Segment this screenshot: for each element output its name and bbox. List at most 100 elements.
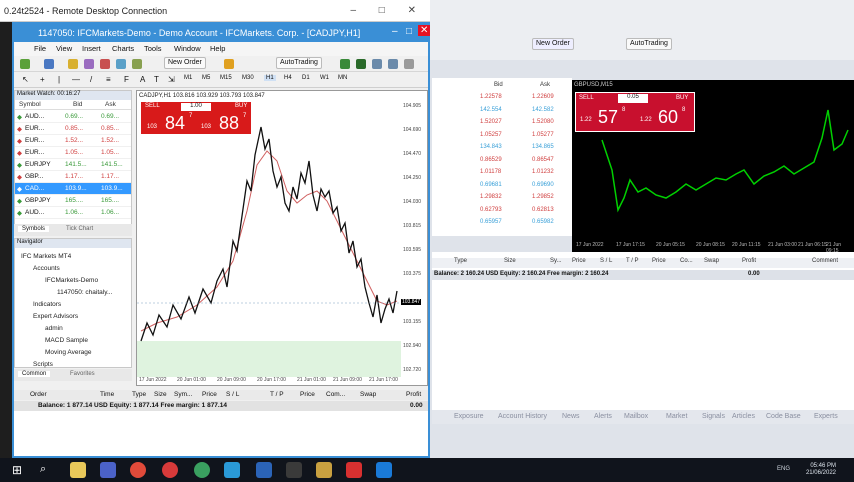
nav-ea-moving-average[interactable]: Moving Average [45, 349, 92, 356]
term-col[interactable]: Com... [326, 391, 345, 398]
term-col[interactable]: Profit [406, 391, 421, 398]
app-yellow-icon[interactable] [316, 462, 332, 478]
new-order-button[interactable]: New Order [164, 57, 206, 69]
channel-icon[interactable]: ≡ [106, 75, 111, 84]
nav-account-item[interactable]: 1147050: chaitaly... [57, 289, 112, 296]
bg-quote-row[interactable]: 0.86529 0.86547 [432, 157, 572, 167]
timeframe-h1[interactable]: H1 [264, 75, 276, 81]
search-icon[interactable]: ⌕ [40, 463, 46, 476]
nav-indicators[interactable]: Indicators [33, 301, 61, 308]
market-watch-row[interactable]: ◆ AUD... 1.06... 1.06... [15, 207, 131, 219]
nav-accounts[interactable]: Accounts [33, 265, 60, 272]
col-symbol[interactable]: Symbol [19, 101, 41, 108]
nav-scripts[interactable]: Scripts [33, 361, 53, 368]
new-chart-icon[interactable] [20, 59, 30, 69]
app-dark-icon[interactable] [286, 462, 302, 478]
bg-tab[interactable]: Experts [814, 413, 838, 420]
bg-tab[interactable]: Market [666, 413, 687, 420]
timeframe-mn[interactable]: MN [338, 75, 347, 81]
bg-tab[interactable]: Alerts [594, 413, 612, 420]
bg-new-order-button[interactable]: New Order [532, 38, 574, 50]
bg-quote-row[interactable]: 0.69681 0.69690 [432, 182, 572, 192]
file-explorer-icon[interactable] [70, 462, 86, 478]
cadjpy-chart[interactable]: CADJPY,H1 103.816 103.929 103.793 103.84… [136, 90, 428, 386]
market-watch-row[interactable]: ◆ CAD... 103.9... 103.9... [15, 183, 131, 195]
bg-tab[interactable]: News [562, 413, 580, 420]
bg-tab[interactable]: Articles [732, 413, 755, 420]
market-watch-row[interactable]: ◆ EUR... 1.05... 1.05... [15, 147, 131, 159]
timeframe-w1[interactable]: W1 [320, 75, 329, 81]
zoom-in-icon[interactable] [372, 59, 382, 69]
bar-chart-icon[interactable] [340, 59, 350, 69]
tab-tick-chart[interactable]: Tick Chart [66, 226, 93, 232]
nav-expert-advisors[interactable]: Expert Advisors [33, 313, 78, 320]
term-col[interactable]: Size [154, 391, 167, 398]
app-red2-icon[interactable] [346, 462, 362, 478]
tile-icon[interactable] [404, 59, 414, 69]
bg-tab[interactable]: Mailbox [624, 413, 648, 420]
label-icon[interactable]: T [154, 75, 159, 84]
metaeditor-icon[interactable] [224, 59, 234, 69]
skype-icon[interactable] [224, 462, 240, 478]
timeframe-m1[interactable]: M1 [184, 75, 192, 81]
market-watch-row[interactable]: ◆ GBP... 1.17... 1.17... [15, 171, 131, 183]
menu-charts[interactable]: Charts [112, 44, 134, 53]
term-col[interactable]: Swap [360, 391, 376, 398]
close-icon[interactable]: ✕ [418, 25, 431, 36]
timeframe-h4[interactable]: H4 [284, 75, 292, 81]
profiles-icon[interactable] [44, 59, 54, 69]
market-watch-row[interactable]: ◆ GBPJPY 165.... 165.... [15, 195, 131, 207]
term-col[interactable]: Time [100, 391, 114, 398]
bg-quote-row[interactable]: 1.22578 1.22609 [432, 94, 572, 104]
remote-desktop-icon[interactable] [376, 462, 392, 478]
market-watch-icon[interactable] [68, 59, 78, 69]
bg-quote-row[interactable]: 1.29832 1.29852 [432, 194, 572, 204]
zoom-out-icon[interactable] [388, 59, 398, 69]
term-col[interactable]: T / P [270, 391, 284, 398]
crosshair-icon[interactable]: + [40, 75, 45, 84]
trendline-icon[interactable]: / [90, 75, 92, 84]
bg-autotrading-button[interactable]: AutoTrading [626, 38, 672, 50]
timeframe-m15[interactable]: M15 [220, 75, 232, 81]
nav-ea-admin[interactable]: admin [45, 325, 63, 332]
cursor-icon[interactable]: ↖ [22, 75, 29, 84]
mt4-taskbar-icon[interactable] [100, 462, 116, 478]
term-col[interactable]: S / L [226, 391, 239, 398]
horizontal-line-icon[interactable]: — [72, 75, 80, 84]
col-bid[interactable]: Bid [73, 101, 82, 108]
term-col[interactable]: Price [202, 391, 217, 398]
menu-tools[interactable]: Tools [144, 44, 162, 53]
market-watch-row[interactable]: ◆ EUR... 1.52... 1.52... [15, 135, 131, 147]
timeframe-m30[interactable]: M30 [242, 75, 254, 81]
bg-quote-row[interactable]: 134.843 134.865 [432, 144, 572, 154]
candles-icon[interactable] [356, 59, 366, 69]
bg-quote-row[interactable]: 142.554 142.582 [432, 107, 572, 117]
menu-view[interactable]: View [56, 44, 72, 53]
tab-favorites[interactable]: Favorites [70, 371, 95, 377]
menu-file[interactable]: File [34, 44, 46, 53]
bg-quote-row[interactable]: 1.05257 1.05277 [432, 132, 572, 142]
minimize-icon[interactable]: – [392, 26, 398, 37]
menu-insert[interactable]: Insert [82, 44, 101, 53]
bg-tab[interactable]: Signals [702, 413, 725, 420]
nav-server[interactable]: IFCMarkets-Demo [45, 277, 98, 284]
rdp-window-controls[interactable]: – □ ✕ [350, 5, 426, 16]
windows-start-icon[interactable]: ⊞ [12, 463, 22, 477]
app-red-icon[interactable] [162, 462, 178, 478]
market-watch-row[interactable]: ◆ EUR... 0.85... 0.85... [15, 123, 131, 135]
nav-root[interactable]: IFC Markets MT4 [21, 253, 71, 260]
tester-icon[interactable] [132, 59, 142, 69]
fibo-icon[interactable]: F [124, 75, 129, 84]
col-ask[interactable]: Ask [105, 101, 116, 108]
text-icon[interactable]: A [140, 75, 145, 84]
data-window-icon[interactable] [84, 59, 94, 69]
term-col[interactable]: Order [30, 391, 47, 398]
term-col[interactable]: Price [300, 391, 315, 398]
bg-tab[interactable]: Exposure [454, 413, 484, 420]
autotrading-button[interactable]: AutoTrading [276, 57, 322, 69]
term-col[interactable]: Sym... [174, 391, 192, 398]
bg-tab[interactable]: Account History [498, 413, 547, 420]
vertical-line-icon[interactable]: | [58, 75, 60, 84]
market-watch-row[interactable]: ◆ AUD... 0.69... 0.69... [15, 111, 131, 123]
chrome-icon[interactable] [130, 462, 146, 478]
